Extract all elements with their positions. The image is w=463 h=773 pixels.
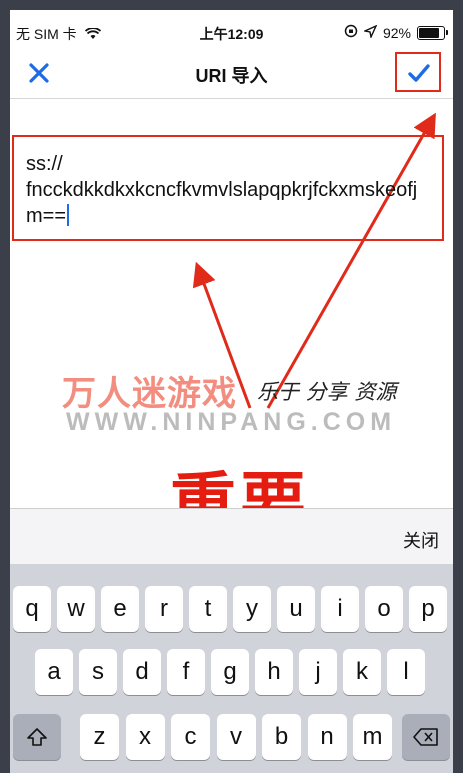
confirm-button[interactable] [395, 52, 441, 92]
key-a[interactable]: a [35, 649, 73, 695]
key-e[interactable]: e [101, 586, 139, 632]
shift-key[interactable] [13, 714, 61, 760]
key-m[interactable]: m [353, 714, 392, 760]
shift-icon [27, 728, 47, 746]
battery-percent: 92% [382, 24, 411, 41]
key-u[interactable]: u [277, 586, 315, 632]
checkmark-icon [408, 64, 430, 82]
nav-bar: URI 导入 [10, 48, 453, 99]
key-i[interactable]: i [321, 586, 359, 632]
key-p[interactable]: p [409, 586, 447, 632]
battery-icon [417, 25, 448, 40]
key-d[interactable]: d [123, 649, 161, 695]
phone-screen: 无 SIM 卡 上午12:09 92% URI 导入 ss:// fncckdk… [10, 10, 453, 773]
key-l[interactable]: l [387, 649, 425, 695]
location-icon [362, 24, 378, 41]
key-o[interactable]: o [365, 586, 403, 632]
status-right: 92% [344, 24, 448, 41]
uri-value: ss:// fncckdkkdkxkcncfkvmvlslapqpkrjfckx… [26, 153, 418, 227]
key-y[interactable]: y [233, 586, 271, 632]
key-f[interactable]: f [167, 649, 205, 695]
key-r[interactable]: r [145, 586, 183, 632]
key-b[interactable]: b [262, 714, 301, 760]
key-w[interactable]: w [57, 586, 95, 632]
watermark-url: WWW.NINPANG.COM [66, 408, 397, 436]
status-bar: 无 SIM 卡 上午12:09 92% [10, 10, 453, 48]
key-x[interactable]: x [125, 714, 165, 760]
text-caret [67, 204, 70, 226]
watermark-slogan: 乐于 分享 资源 [257, 380, 397, 404]
key-j[interactable]: j [299, 649, 337, 695]
keyboard: qwertyuiop asdfghjkl zxcvbnm [10, 564, 453, 773]
key-s[interactable]: s [79, 649, 117, 695]
key-v[interactable]: v [216, 714, 256, 760]
key-c[interactable]: c [171, 714, 210, 760]
key-t[interactable]: t [189, 586, 227, 632]
uri-input[interactable]: ss:// fncckdkkdkxkcncfkvmvlslapqpkrjfckx… [12, 135, 444, 241]
battery-fill [419, 27, 440, 38]
keyboard-toolbar: 关闭 [10, 508, 453, 565]
key-z[interactable]: z [80, 714, 119, 760]
page-title: URI 导入 [195, 66, 268, 86]
key-g[interactable]: g [211, 649, 249, 695]
key-q[interactable]: q [13, 586, 51, 632]
key-n[interactable]: n [307, 714, 347, 760]
key-h[interactable]: h [255, 649, 293, 695]
backspace-icon [413, 728, 438, 746]
orientation-lock-icon [344, 24, 358, 41]
backspace-key[interactable] [402, 714, 450, 760]
keyboard-close-button[interactable]: 关闭 [403, 527, 439, 553]
key-k[interactable]: k [343, 649, 381, 695]
